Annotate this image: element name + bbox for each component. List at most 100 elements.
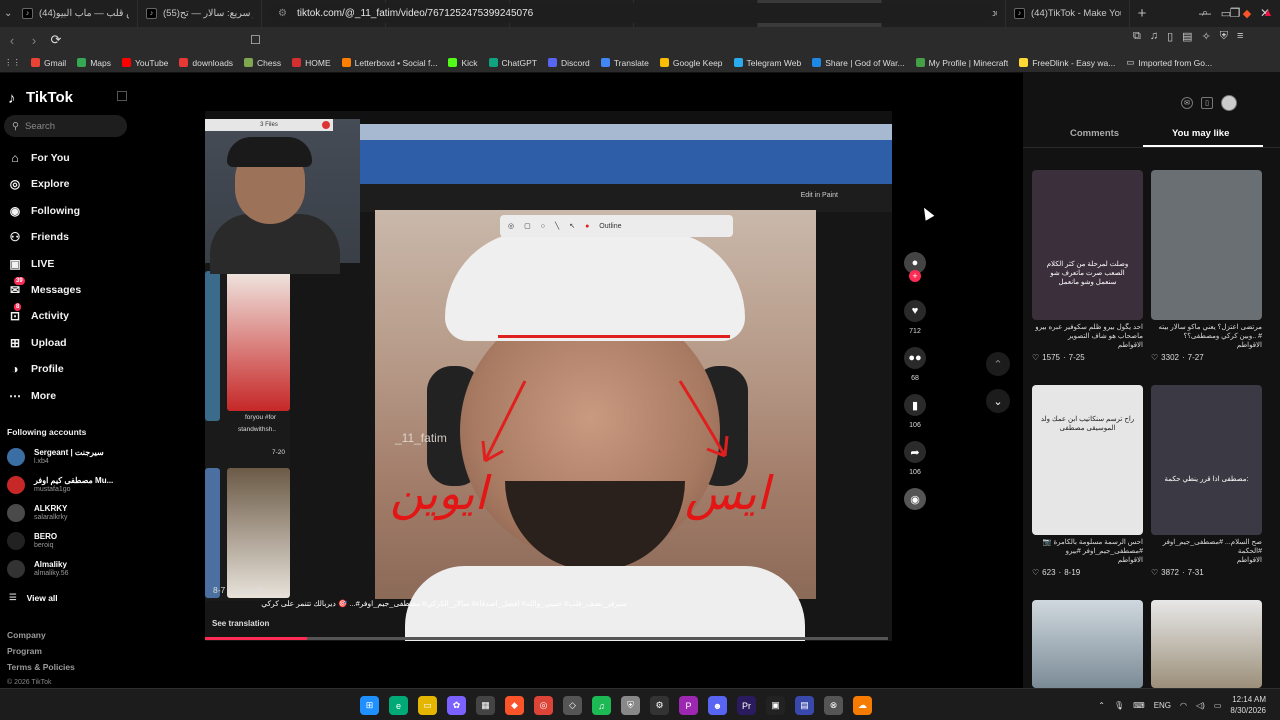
comment-button[interactable]: ●● 68: [900, 347, 930, 382]
bookmark-item[interactable]: ChatGPT: [488, 58, 537, 68]
store-icon[interactable]: ▦: [476, 696, 495, 715]
cloud-icon[interactable]: ☁: [853, 696, 872, 715]
browser-tab[interactable]: ♪(44)نص قلب — ماب البيو: [14, 0, 138, 27]
recommended-card[interactable]: مرتضى اعتزل؟ يعني ماكو سالار بيته وبين ك…: [1151, 170, 1262, 362]
bookmark-item[interactable]: Chess: [244, 58, 281, 68]
video-player[interactable]: Edit in Paint ◎ ▢ ○ ╲ ↖ ● Outline ايوين ايس _…: [205, 111, 892, 641]
editor-icon[interactable]: P: [679, 696, 698, 715]
view-all-link[interactable]: ☰ View all: [9, 592, 58, 603]
forward-icon[interactable]: ›: [24, 33, 44, 48]
vpn-icon[interactable]: ⛨: [1220, 30, 1228, 43]
recommended-card[interactable]: [1032, 600, 1143, 688]
leo-icon[interactable]: ✧: [1202, 30, 1211, 43]
brave-rewards-icon[interactable]: ▲: [1262, 7, 1274, 19]
footer-program[interactable]: Program: [7, 646, 42, 656]
following-account[interactable]: BERO beroiq: [7, 530, 57, 552]
photos-icon[interactable]: ▤: [795, 696, 814, 715]
battery-icon[interactable]: ▭: [1214, 701, 1222, 710]
spotify-icon[interactable]: ♫: [592, 696, 611, 715]
screenshot-icon[interactable]: ▭: [1220, 7, 1232, 20]
brave-icon[interactable]: ◆: [505, 696, 524, 715]
file-explorer-icon[interactable]: ▭: [418, 696, 437, 715]
zoom-icon[interactable]: ⌕: [1199, 7, 1211, 20]
user-avatar[interactable]: [1221, 95, 1237, 111]
copilot-icon[interactable]: ✿: [447, 696, 466, 715]
bookmark-item[interactable]: Translate: [600, 58, 649, 68]
site-info-icon[interactable]: ⚙: [278, 8, 287, 19]
browser-tab[interactable]: ♪(44)TikTok - Make Your D: [1006, 0, 1130, 27]
nav-explore[interactable]: ◎ Explore: [7, 175, 70, 193]
bookmark-item[interactable]: Google Keep: [659, 58, 723, 68]
nav-live[interactable]: ▣ LIVE: [7, 255, 54, 273]
nav-friends[interactable]: ⚇ Friends: [7, 228, 69, 246]
recommended-card[interactable]: راح ترسم سنكاتيب ابن عمك ولد الموسيقى مص…: [1032, 385, 1143, 577]
creator-avatar[interactable]: ● +: [900, 252, 930, 282]
volume-icon[interactable]: ◁): [1196, 701, 1205, 710]
tiktok-logo[interactable]: ♪ TikTok: [8, 89, 73, 107]
bookmark-item[interactable]: FreeDlink - Easy wa...: [1019, 58, 1115, 68]
menu-icon[interactable]: ≡: [1237, 30, 1243, 43]
collapse-sidebar-icon[interactable]: [117, 91, 127, 101]
video-progress-bar[interactable]: [205, 637, 888, 640]
recommended-card[interactable]: مصطفى اذا قرر ينطي حكمة: صح السلام... #مص…: [1151, 385, 1262, 577]
app2-icon[interactable]: ▣: [766, 696, 785, 715]
share-button[interactable]: ➦ 106: [900, 441, 930, 476]
following-account[interactable]: ALKRKY salaralkrky: [7, 502, 67, 524]
nav-more[interactable]: ⋯ More: [7, 387, 56, 405]
apps-icon[interactable]: ⋮⋮: [4, 57, 21, 68]
bookmark-item[interactable]: Share | God of War...: [812, 58, 905, 68]
extensions-icon[interactable]: ⧉: [1133, 30, 1141, 43]
bookmark-page-icon[interactable]: ☐: [250, 33, 261, 47]
start-icon[interactable]: ⊞: [360, 696, 379, 715]
recommended-card[interactable]: [1151, 600, 1262, 688]
bookmark-item[interactable]: Gmail: [31, 58, 66, 68]
see-translation-link[interactable]: See translation: [212, 619, 269, 628]
footer-terms[interactable]: Terms & Policies: [7, 662, 75, 672]
bookmark-item[interactable]: Maps: [77, 58, 111, 68]
save-button[interactable]: ▮ 106: [900, 394, 930, 429]
following-account[interactable]: Almaliky almaliky.56: [7, 558, 69, 580]
tab-search-icon[interactable]: ⌄: [4, 8, 14, 19]
premiere-icon[interactable]: Pr: [737, 696, 756, 715]
xbox-icon[interactable]: ⊗: [824, 696, 843, 715]
reload-icon[interactable]: ⟳: [46, 32, 66, 48]
like-button[interactable]: ♥ 712: [900, 300, 930, 335]
device-icon[interactable]: ▯: [1201, 97, 1213, 109]
url-bar[interactable]: ⚙ tiktok.com/@_11_fatim/video/7671252475…: [268, 3, 993, 23]
chrome-icon[interactable]: ◎: [534, 696, 553, 715]
settings-icon[interactable]: ⚙: [650, 696, 669, 715]
wallet-icon[interactable]: ▤: [1182, 30, 1192, 43]
nav-for-you[interactable]: ⌂ For You: [7, 149, 69, 167]
following-account[interactable]: مصطفى كيم اوفر Mu... mustafa1go: [7, 474, 113, 496]
previous-video-button[interactable]: ⌃: [986, 352, 1010, 376]
app-icon[interactable]: ◇: [563, 696, 582, 715]
tab-comments[interactable]: Comments: [1070, 128, 1119, 139]
messages-small-icon[interactable]: ✉: [1181, 97, 1193, 109]
following-account[interactable]: Sergeant | سيرجنت l.xb4: [7, 446, 104, 468]
media-icon[interactable]: ♫: [1150, 30, 1158, 43]
bookmark-item[interactable]: Kick: [448, 58, 478, 68]
new-tab-button[interactable]: +: [1130, 5, 1154, 22]
nav-following[interactable]: ◉ Following: [7, 202, 80, 220]
edge-icon[interactable]: e: [389, 696, 408, 715]
nav-profile[interactable]: ◑ Profile: [7, 360, 63, 378]
shield-icon[interactable]: ⛨: [621, 696, 640, 715]
wifi-icon[interactable]: ◠: [1180, 701, 1187, 710]
discord-icon[interactable]: ☻: [708, 696, 727, 715]
recommended-card[interactable]: وصلت لمرحلة من كثر الكلام الصعب صرت ماتع…: [1032, 170, 1143, 362]
bookmark-item[interactable]: Letterboxd • Social f...: [341, 58, 437, 68]
footer-company[interactable]: Company: [7, 630, 46, 640]
keyboard-icon[interactable]: ⌨: [1133, 701, 1145, 710]
bookmark-folder[interactable]: ▭ Imported from Go...: [1126, 57, 1212, 68]
bookmark-item[interactable]: downloads: [179, 58, 233, 68]
bookmark-item[interactable]: My Profile | Minecraft: [915, 58, 1008, 68]
back-icon[interactable]: ‹: [2, 33, 22, 48]
music-disc[interactable]: ◉: [900, 488, 930, 510]
nav-activity[interactable]: ⊡ 8 Activity: [7, 303, 69, 325]
bookmark-item[interactable]: HOME: [292, 58, 331, 68]
bookmark-item[interactable]: Discord: [547, 58, 590, 68]
tray-chevron-icon[interactable]: ⌃: [1098, 701, 1105, 710]
nav-messages[interactable]: ✉ 39 Messages: [7, 277, 81, 299]
clock[interactable]: 12:14 AM 8/30/2026: [1230, 694, 1266, 716]
sidebar-toggle-icon[interactable]: ▯: [1167, 30, 1173, 43]
